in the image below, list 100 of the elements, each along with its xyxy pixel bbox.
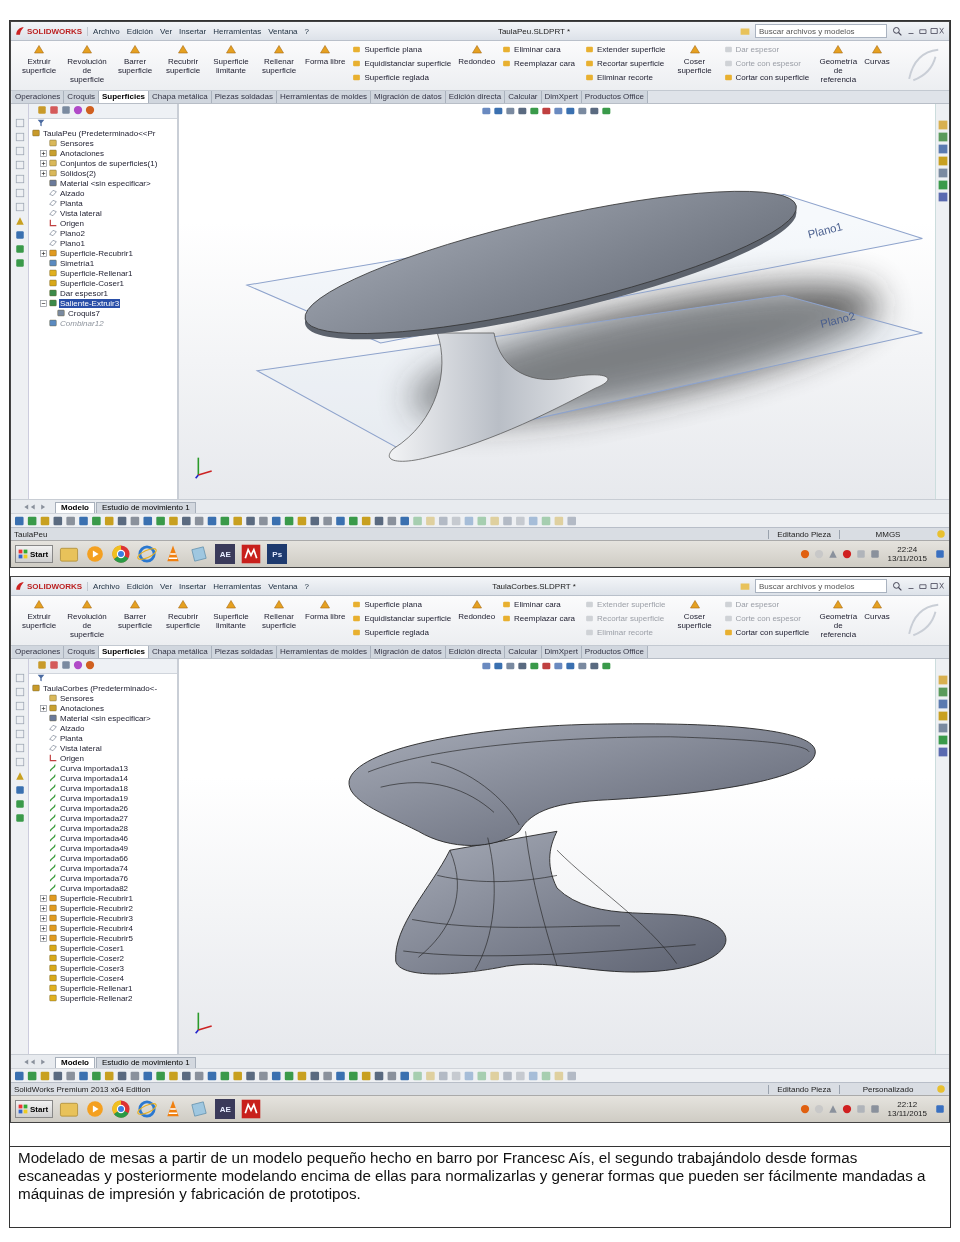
ribbon-button[interactable]: Cortar con superficie [723,627,810,638]
ribbon-button[interactable]: Geometría de referencia [815,599,862,639]
menu-item[interactable]: Ventana [268,581,298,591]
search-field[interactable]: Buscar archivos y modelos [755,579,887,593]
sketch-tool-icon[interactable] [14,715,25,725]
app-button[interactable]: Ps [267,544,288,564]
tree-item[interactable]: Superficie-Recubrir3 [59,913,134,923]
tab[interactable]: Calcular [505,91,542,103]
sketch-tool-icon[interactable] [14,729,25,739]
sketch-tool-icon[interactable] [14,188,25,198]
expand-icon[interactable] [40,914,47,922]
search-field[interactable]: Buscar archivos y modelos [755,24,887,38]
ribbon-button[interactable]: Revolución de superficie [64,44,110,84]
tab[interactable]: Herramientas de moldes [276,91,372,103]
tree-item[interactable]: Curva importada28 [59,823,130,833]
tree-item[interactable]: Curva importada82 [59,883,130,893]
expand-icon[interactable] [40,934,47,942]
tree-item[interactable]: Origen [59,218,85,228]
browser-icon[interactable] [111,544,132,564]
tree-item[interactable]: Superficie-Coser1 [59,943,126,953]
app-icon[interactable] [241,544,262,564]
app-button[interactable]: AE [215,544,236,564]
task-pane-icon[interactable] [937,747,948,757]
ribbon-button[interactable]: Superficie reglada [352,627,452,638]
menu-item[interactable]: Ver [160,581,173,591]
search-icon[interactable] [892,581,902,591]
tree-item[interactable]: Superficie-Recubrir2 [59,903,134,913]
tab[interactable]: Croquis [64,646,99,658]
tree-item[interactable]: Superficie-Rellenar1 [59,983,134,993]
expand-icon[interactable] [40,704,47,712]
task-pane-icon[interactable] [937,132,948,142]
menu-item[interactable]: ? [304,581,310,591]
tree-item[interactable]: Vista lateral [59,743,103,753]
show-desktop-icon[interactable] [935,549,945,559]
ribbon-button[interactable]: Superficie plana [352,44,452,55]
tab[interactable]: Superficies [98,646,150,658]
tray-icon[interactable] [841,1104,852,1114]
expand-icon[interactable] [40,159,47,167]
ribbon-button[interactable]: Geometría de referencia [815,44,862,84]
graphics-viewport[interactable]: Plano1 Plano2 [179,104,935,499]
tree-item[interactable]: Superficie-Rellenar1 [59,268,134,278]
tree-item[interactable]: Alzado [59,723,86,733]
task-pane-icon[interactable] [937,699,948,709]
start-button[interactable]: Start [15,1100,54,1118]
expand-icon[interactable] [40,904,47,912]
ribbon-button[interactable]: Extruir superficie [16,599,62,630]
ribbon-button[interactable]: Eliminar cara [502,44,575,55]
ribbon-button[interactable]: Superficie plana [352,599,452,610]
tree-item[interactable]: Curva importada49 [59,843,130,853]
tree-item[interactable]: Curva importada14 [59,773,130,783]
sketch-tool-icon[interactable] [14,743,25,753]
sketch-tool-icon[interactable] [14,757,25,767]
sketch-tool-icon[interactable] [14,687,25,697]
play-icon[interactable] [85,1099,106,1119]
task-pane-icon[interactable] [937,687,948,697]
ribbon-button[interactable]: Redondeo [457,44,497,66]
ribbon-button[interactable]: Equidistanciar superficie [352,613,452,624]
sketch-tool-icon[interactable] [14,132,25,142]
ribbon-button[interactable]: Superficie limitante [208,44,254,75]
ribbon-button[interactable]: Eliminar cara [502,599,575,610]
tree-item[interactable]: Curva importada26 [59,803,130,813]
tab[interactable]: Operaciones [12,91,65,103]
sketch-tool-icon[interactable] [14,202,25,212]
tree-item[interactable]: Alzado [59,188,86,198]
expand-icon[interactable] [40,894,47,902]
menu-item[interactable]: Ventana [268,26,298,36]
tab[interactable]: Edición directa [445,646,506,658]
units-selector[interactable]: Personalizado [839,1084,936,1094]
tree-item[interactable]: Origen [59,753,85,763]
tree-item[interactable]: Material <sin especificar> [59,178,152,188]
tab[interactable]: Edición directa [445,91,506,103]
menu-item[interactable]: ? [304,26,310,36]
tree-item[interactable]: Anotaciones [59,148,106,158]
menu-item[interactable]: Edición [126,26,154,36]
tree-item[interactable]: Curva importada19 [59,793,130,803]
ribbon-button[interactable]: Eliminar recorte [585,72,666,83]
tab[interactable]: Productos Office [581,91,648,103]
globe-icon[interactable] [137,544,158,564]
tree-item[interactable]: Superficie-Recubrir4 [59,923,134,933]
tree-item[interactable]: Superficie-Rellenar2 [59,993,134,1003]
search-icon[interactable] [892,26,902,36]
task-pane-icon[interactable] [937,144,948,154]
tab[interactable]: Productos Office [581,646,648,658]
ribbon-button[interactable]: Rellenar superficie [256,44,302,75]
tree-item[interactable]: Curva importada76 [59,873,130,883]
ribbon-button[interactable]: Equidistanciar superficie [352,58,452,69]
ribbon-button[interactable]: Reemplazar cara [502,58,575,69]
tree-item[interactable]: TaulaCorbes (Predeterminado<- [42,683,159,693]
menu-item[interactable]: Edición [126,581,154,591]
ribbon-button[interactable]: Reemplazar cara [502,613,575,624]
task-pane-icon[interactable] [937,711,948,721]
tree-item[interactable]: Superficie-Coser2 [59,953,126,963]
window-icon[interactable] [189,544,210,564]
tab[interactable]: Herramientas de moldes [276,646,372,658]
sketch-tool-icon[interactable] [14,160,25,170]
ribbon-button[interactable]: Curvas [863,599,891,621]
task-pane-icon[interactable] [937,192,948,202]
ribbon-button[interactable]: Revolución de superficie [64,599,110,639]
tree-item[interactable]: Anotaciones [59,703,106,713]
task-pane-icon[interactable] [937,156,948,166]
